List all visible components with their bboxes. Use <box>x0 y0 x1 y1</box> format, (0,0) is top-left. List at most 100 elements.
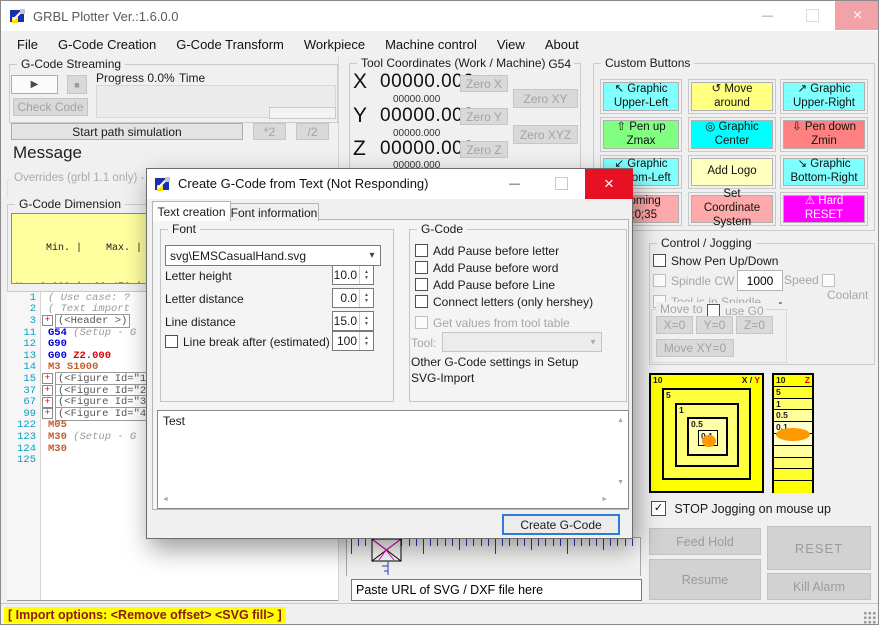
jog-z-band[interactable]: 0.5 <box>774 410 812 422</box>
speed-div2-button[interactable]: /2 <box>296 123 329 140</box>
line-break-label: Line break after (estimated) <box>183 335 330 349</box>
show-pen-checkbox[interactable] <box>653 254 666 267</box>
custom-button-graphic-center[interactable]: ◎ Graphic Center <box>691 120 773 149</box>
text-input-area[interactable]: Test ▲ ▼ ◄ ► <box>157 410 629 509</box>
scroll-right-icon[interactable]: ► <box>601 496 608 503</box>
menu-gcode-creation[interactable]: G-Code Creation <box>48 33 166 56</box>
spindle-cw-checkbox[interactable] <box>653 274 666 287</box>
move-x0-button[interactable]: X=0 <box>656 316 693 334</box>
speed-x2-button[interactable]: *2 <box>253 123 286 140</box>
letter-height-spinner[interactable]: 10.0 ▲▼ <box>332 265 374 285</box>
resume-button[interactable]: Resume <box>649 559 761 600</box>
tool-combobox[interactable]: ▾ <box>442 332 602 352</box>
spinner-down-icon[interactable]: ▼ <box>364 321 369 327</box>
check-code-button[interactable]: Check Code <box>13 98 88 116</box>
zero-x-button[interactable]: Zero X <box>460 75 508 92</box>
play-icon: ▶ <box>31 79 39 90</box>
move-xy0-button[interactable]: Move XY=0 <box>656 339 734 357</box>
line-break-spinner[interactable]: 100 ▲▼ <box>332 331 374 351</box>
get-values-checkbox[interactable] <box>415 316 428 329</box>
letter-distance-spinner[interactable]: 0.0 ▲▼ <box>332 288 374 308</box>
custom-button-hard-reset[interactable]: ⚠ Hard RESET <box>783 195 865 223</box>
jog-xy-center-dot[interactable] <box>702 435 716 447</box>
zero-z-button[interactable]: Zero Z <box>460 141 508 158</box>
scroll-left-icon[interactable]: ◄ <box>162 496 169 503</box>
pause-before-letter-checkbox[interactable] <box>415 244 428 257</box>
pause-before-word-checkbox[interactable] <box>415 261 428 274</box>
stop-button[interactable]: ■ <box>67 75 87 94</box>
kill-alarm-button[interactable]: Kill Alarm <box>767 573 871 600</box>
stop-jogging-checkbox[interactable]: ✓ <box>651 501 666 516</box>
dialog-maximize-button[interactable] <box>539 169 584 198</box>
custom-button-add-logo[interactable]: Add Logo <box>691 158 773 186</box>
dialog-minimize-button[interactable]: — <box>492 169 537 198</box>
svg-url-input[interactable] <box>351 579 642 601</box>
menu-about[interactable]: About <box>535 33 589 56</box>
reset-button[interactable]: RESET <box>767 526 871 570</box>
fold-expand-icon[interactable]: + <box>42 373 53 384</box>
dialog-close-button[interactable]: × <box>585 169 633 199</box>
zero-xyz-button[interactable]: Zero XYZ <box>513 125 578 144</box>
zero-xy-button[interactable]: Zero XY <box>513 89 578 108</box>
menu-workpiece[interactable]: Workpiece <box>294 33 375 56</box>
jog-pad-z[interactable]: 10Z 5 1 0.5 0.1 <box>772 373 814 493</box>
progress-label: Progress 0.0% <box>96 71 175 85</box>
jog-xy-axis-y: Y <box>754 375 760 385</box>
play-button[interactable]: ▶ <box>11 75 58 94</box>
jog-z-band[interactable] <box>774 446 812 458</box>
pause-before-line-checkbox[interactable] <box>415 278 428 291</box>
zero-y-button[interactable]: Zero Y <box>460 108 508 125</box>
tab-text-creation[interactable]: Text creation <box>152 201 231 221</box>
custom-button-pen-up[interactable]: ⇧ Pen up Zmax <box>603 120 679 149</box>
close-button[interactable]: × <box>835 1 879 30</box>
menu-file[interactable]: File <box>7 33 48 56</box>
jog-z-band[interactable] <box>774 458 812 470</box>
jog-xy-ring-5[interactable]: 5 1 0.5 0.1 <box>662 388 751 480</box>
line-distance-spinner[interactable]: 15.0 ▲▼ <box>332 311 374 331</box>
coolant-checkbox[interactable] <box>822 274 835 287</box>
jog-pad-xy[interactable]: 10 X / Y 5 1 0.5 0.1 <box>649 373 764 493</box>
feed-hold-button[interactable]: Feed Hold <box>649 528 761 555</box>
y0-label: Y=0 <box>704 318 726 332</box>
jog-z-band[interactable] <box>774 469 812 481</box>
font-combobox[interactable]: svg\EMSCasualHand.svg ▾ <box>165 245 381 266</box>
connect-letters-checkbox[interactable] <box>415 295 428 308</box>
move-z0-button[interactable]: Z=0 <box>736 316 773 334</box>
move-y0-button[interactable]: Y=0 <box>696 316 733 334</box>
jog-z-band[interactable]: 5 <box>774 387 812 399</box>
maximize-button[interactable] <box>790 1 835 30</box>
scroll-up-icon[interactable]: ▲ <box>617 417 624 424</box>
resize-grip[interactable] <box>863 611 876 624</box>
fold-expand-icon[interactable]: + <box>42 408 53 419</box>
kill-alarm-label: Kill Alarm <box>793 580 845 594</box>
create-gcode-button[interactable]: Create G-Code <box>502 514 620 535</box>
spindle-speed-input[interactable] <box>737 270 783 291</box>
jog-z-band[interactable] <box>774 481 812 493</box>
start-simulation-button[interactable]: Start path simulation <box>11 123 243 140</box>
custom-button-graphic-bottom-right[interactable]: ↘ Graphic Bottom-Right <box>783 158 865 186</box>
custom-button-pen-down[interactable]: ⇩ Pen down Zmin <box>783 120 865 149</box>
custom-button-graphic-upper-left[interactable]: ↖ Graphic Upper-Left <box>603 82 679 111</box>
spinner-down-icon[interactable]: ▼ <box>364 341 369 347</box>
menu-gcode-transform[interactable]: G-Code Transform <box>166 33 294 56</box>
spinner-down-icon[interactable]: ▼ <box>364 298 369 304</box>
fold-expand-icon[interactable]: + <box>42 397 53 408</box>
minimize-button[interactable]: — <box>745 1 790 30</box>
line-number: 123 <box>7 431 42 443</box>
tab-font-information[interactable]: Font information <box>229 203 319 221</box>
menu-view[interactable]: View <box>487 33 535 56</box>
spinner-down-icon[interactable]: ▼ <box>364 275 369 281</box>
custom-button-set-coordinate-system[interactable]: Set Coordinate System <box>691 195 773 223</box>
menu-machine-control[interactable]: Machine control <box>375 33 487 56</box>
dialog-app-icon <box>155 176 171 192</box>
jog-z-center-dot[interactable] <box>776 428 810 441</box>
fold-expand-icon[interactable]: + <box>42 385 53 396</box>
scroll-down-icon[interactable]: ▼ <box>617 479 624 486</box>
graphics-canvas[interactable] <box>346 537 641 576</box>
custom-button-move-around[interactable]: ↺ Move around <box>691 82 773 111</box>
time-display <box>269 107 336 119</box>
line-break-checkbox[interactable] <box>165 335 178 348</box>
jog-z-band[interactable]: 1 <box>774 399 812 411</box>
custom-button-graphic-upper-right[interactable]: ↗ Graphic Upper-Right <box>783 82 865 111</box>
fold-expand-icon[interactable]: + <box>42 315 53 326</box>
